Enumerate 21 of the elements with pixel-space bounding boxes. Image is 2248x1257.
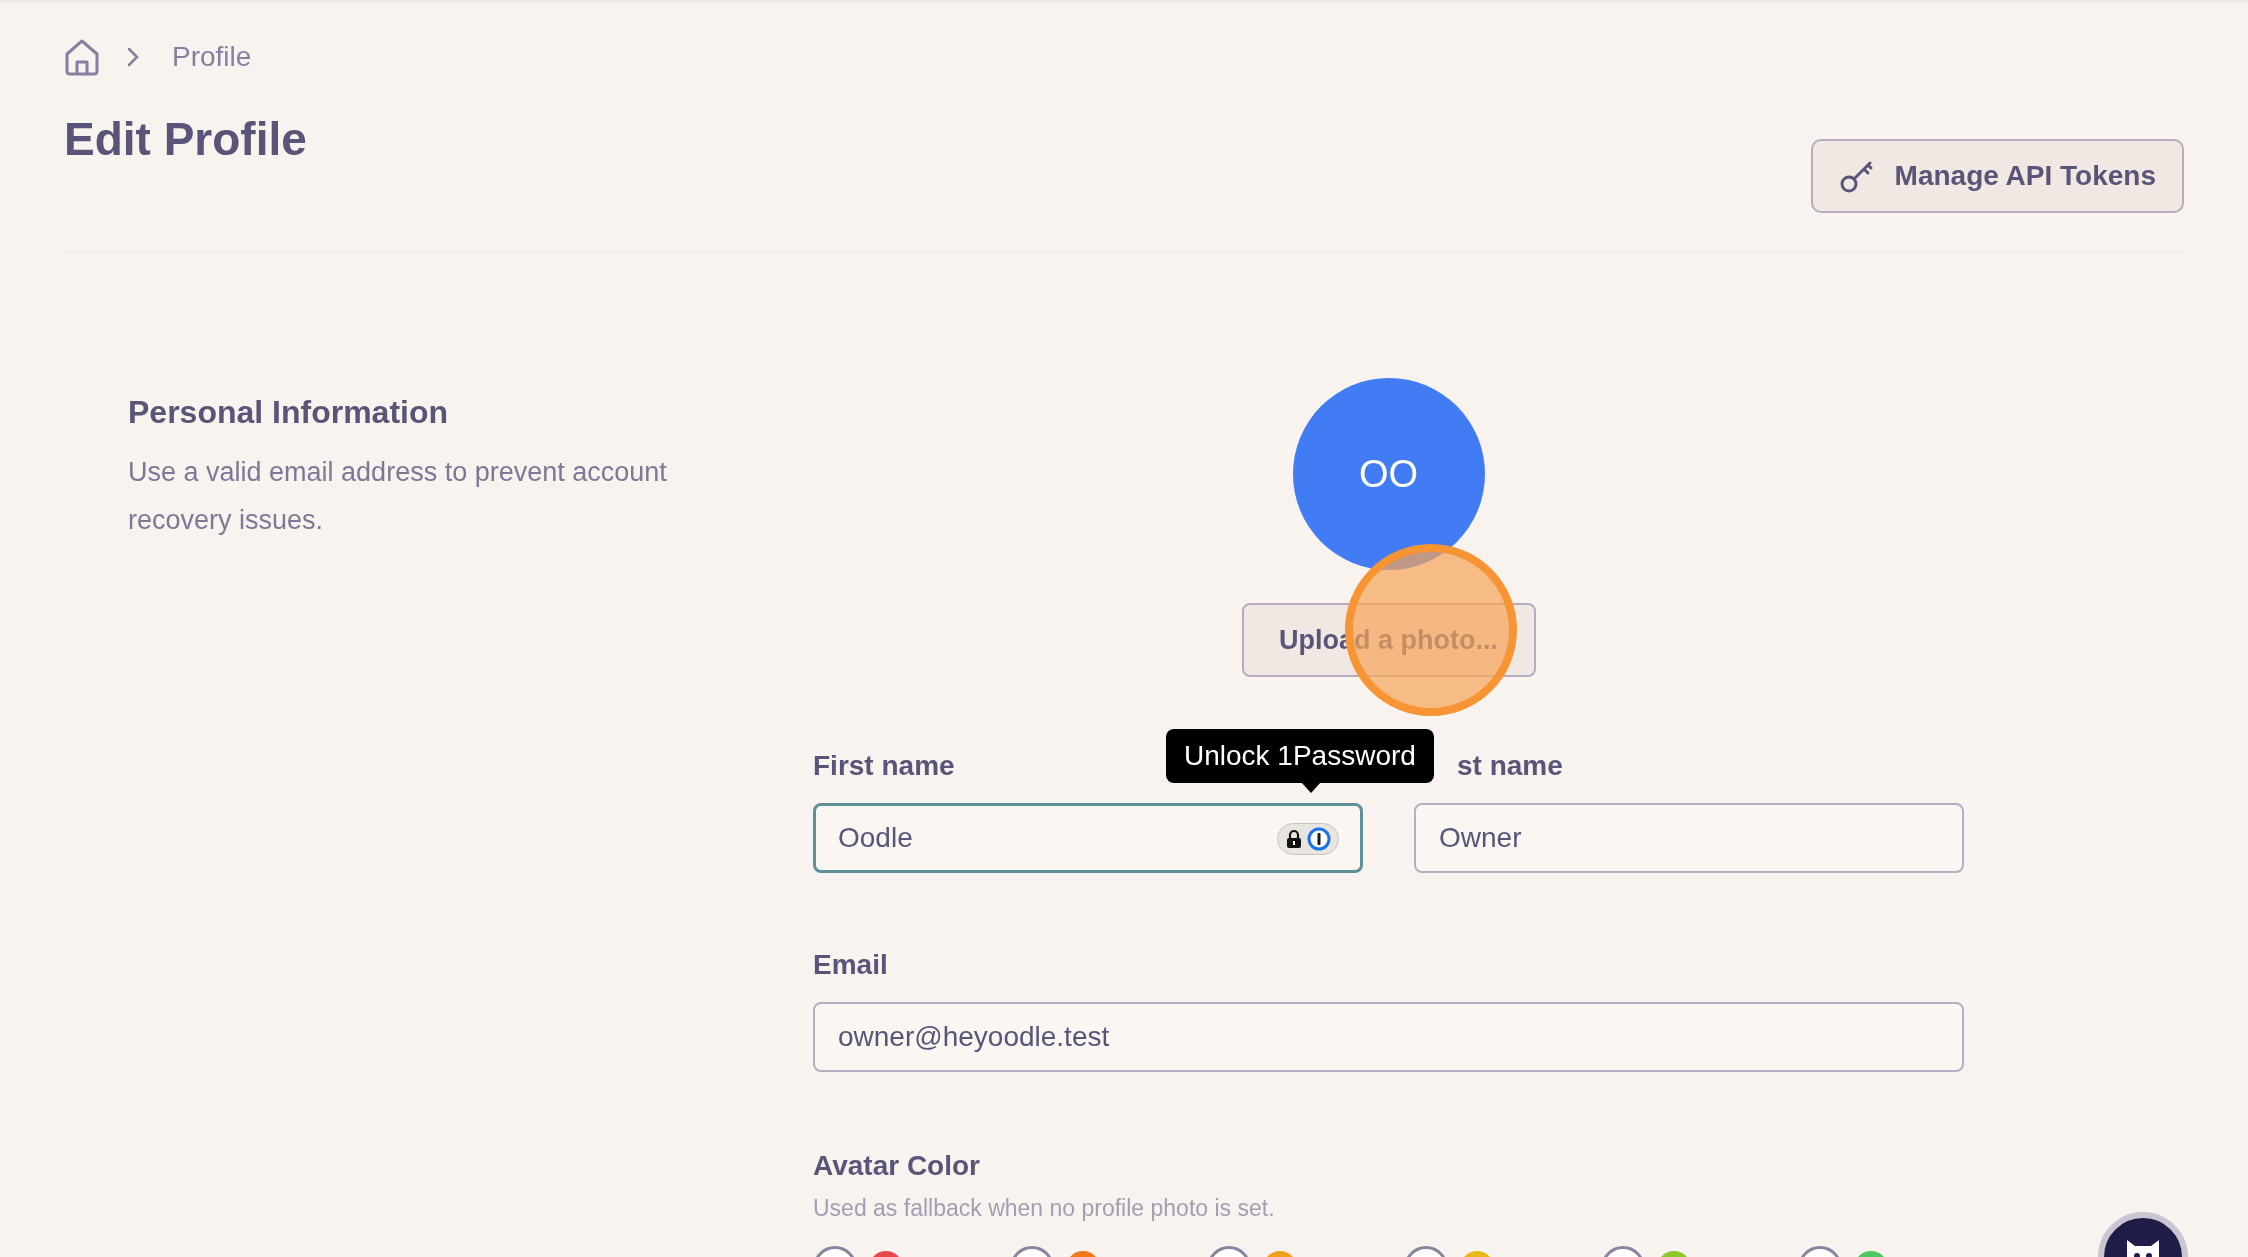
chevron-right-icon <box>126 46 140 68</box>
field-label: First name <box>813 749 955 783</box>
avatar: OO <box>1292 378 1485 570</box>
password-manager-button[interactable] <box>1277 823 1339 855</box>
field-label: Avatar Color <box>813 1149 981 1183</box>
field-hint: Used as fallback when no profile photo is set. <box>813 1194 1276 1223</box>
field-label: Email <box>813 948 888 982</box>
lock-icon <box>1285 829 1303 849</box>
breadcrumb-link[interactable]: Profile <box>172 36 252 78</box>
tooltip-pointer <box>1301 782 1321 793</box>
text-field[interactable]: owner@heyoodle.test <box>813 1002 1964 1072</box>
section-title: Personal Information <box>128 393 450 432</box>
manage-api-tokens-button[interactable]: Manage API Tokens <box>1810 139 2184 213</box>
text-field[interactable]: Oodle <box>813 803 1363 873</box>
section-description: Use a valid email address to prevent account recovery issues. <box>128 456 668 537</box>
text-field[interactable]: Owner <box>1414 803 1964 873</box>
page-title: Edit Profile <box>64 112 307 167</box>
password-key-icon <box>1307 827 1331 851</box>
tooltip: Unlock 1Password <box>1166 729 1434 783</box>
home-icon[interactable] <box>64 38 100 76</box>
field-label: st name <box>1457 749 1563 783</box>
